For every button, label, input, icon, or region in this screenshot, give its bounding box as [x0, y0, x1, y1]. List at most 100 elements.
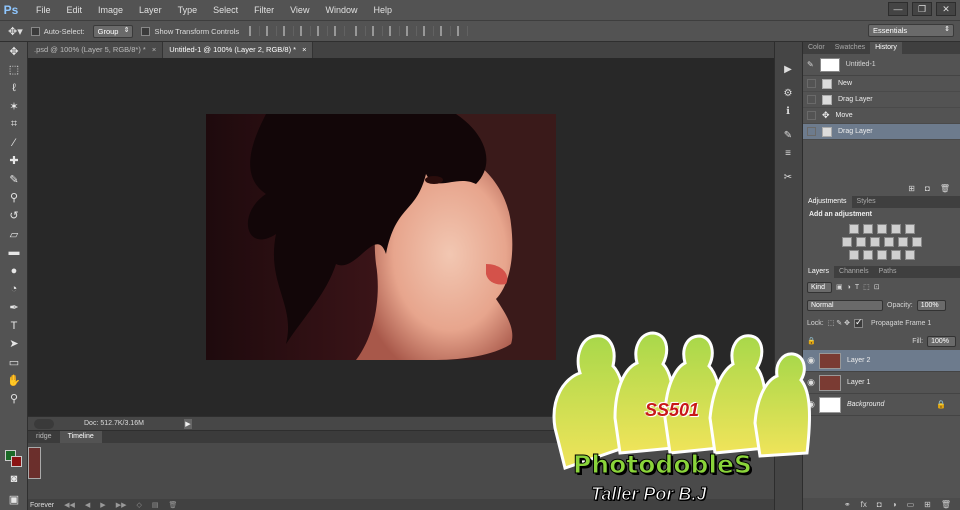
workspace-switcher[interactable]: Essentials [868, 24, 954, 37]
history-source-box[interactable] [807, 127, 816, 136]
menu-view[interactable]: View [282, 5, 317, 15]
tab-document-2[interactable]: Untitled-1 @ 100% (Layer 2, RGB/8) * × [163, 42, 314, 58]
tab-document-1[interactable]: .psd @ 100% (Layer 5, RGB/8*) * × [28, 42, 164, 58]
history-brush-icon[interactable]: ↺ [0, 207, 28, 225]
first-frame-icon[interactable]: ◀◀ [64, 501, 75, 509]
menu-help[interactable]: Help [365, 5, 400, 15]
history-state[interactable]: Drag Layer [803, 92, 960, 108]
transform-controls-checkbox[interactable] [141, 26, 151, 36]
tab-swatches[interactable]: Swatches [830, 42, 870, 54]
menu-select[interactable]: Select [205, 5, 246, 15]
auto-select-checkbox[interactable] [30, 26, 40, 36]
eyedropper-icon[interactable]: ⁄ [0, 133, 28, 151]
brightness-icon[interactable] [848, 224, 859, 234]
posterize-icon[interactable] [862, 250, 873, 260]
tools-icon[interactable]: ✂ [775, 168, 801, 186]
trash-icon[interactable]: 🗑 [940, 184, 950, 193]
tab-close-icon[interactable]: × [152, 45, 156, 54]
lasso-tool-icon[interactable]: ℓ [0, 79, 28, 97]
layer-kind-filter[interactable]: Kind [807, 281, 833, 293]
align-top-icon[interactable] [249, 26, 261, 36]
group-icon[interactable]: ▭ [907, 500, 915, 509]
history-source-box[interactable] [807, 95, 816, 104]
dodge-tool-icon[interactable]: ◔ [0, 280, 28, 298]
fx-icon[interactable]: fx [861, 500, 867, 509]
selective-color-icon[interactable] [904, 250, 915, 260]
menu-layer[interactable]: Layer [131, 5, 170, 15]
history-source-box[interactable] [807, 79, 816, 88]
zoom-tool-icon[interactable]: ⚲ [0, 390, 28, 408]
blend-mode-select[interactable]: Normal [807, 299, 883, 311]
minimize-button[interactable]: — [888, 2, 908, 16]
mask-icon[interactable]: ◘ [877, 500, 882, 509]
gradient-map-icon[interactable] [890, 250, 901, 260]
menu-file[interactable]: File [28, 5, 59, 15]
filter-adjust-icon[interactable]: ◑ [847, 284, 851, 291]
move-tool-preset[interactable]: ✥▾ [8, 25, 23, 38]
screen-mode-icon[interactable]: ▣ [0, 490, 28, 508]
link-icon[interactable]: ⚭ [844, 500, 851, 509]
filter-shape-icon[interactable]: ⬚ [863, 283, 870, 291]
tween-icon[interactable]: ◇ [136, 501, 141, 509]
opacity-input[interactable]: 100% [916, 299, 946, 311]
close-button[interactable]: ✕ [936, 2, 956, 16]
tab-bridge[interactable]: ridge [28, 431, 60, 443]
status-menu-arrow-icon[interactable]: ▶ [184, 418, 192, 429]
restore-button[interactable]: ❐ [912, 2, 932, 16]
prev-frame-icon[interactable]: ◀ [85, 501, 90, 509]
healing-brush-icon[interactable]: ✚ [0, 152, 28, 170]
path-select-icon[interactable]: ➤ [0, 335, 28, 353]
quick-mask-icon[interactable]: ◙ [0, 470, 28, 488]
align-bottom-icon[interactable] [283, 26, 295, 36]
fill-input[interactable]: 100% [927, 335, 956, 347]
tab-timeline[interactable]: Timeline [59, 431, 102, 443]
type-tool-icon[interactable]: T [0, 316, 28, 334]
auto-select-option[interactable]: Auto-Select: [30, 26, 85, 36]
brush-tool-icon[interactable]: ✎ [0, 170, 28, 188]
threshold-icon[interactable] [876, 250, 887, 260]
distribute-bottom-icon[interactable] [389, 26, 401, 36]
invert-icon[interactable] [848, 250, 859, 260]
crop-tool-icon[interactable]: ⌗ [0, 115, 28, 133]
filter-type-icon[interactable]: T [855, 284, 859, 291]
new-layer-icon[interactable]: ⊞ [924, 500, 931, 509]
adjustment-layer-icon[interactable]: ◑ [892, 500, 897, 509]
distribute-left-icon[interactable] [406, 26, 418, 36]
curves-icon[interactable] [876, 224, 887, 234]
magic-wand-icon[interactable]: ✶ [0, 97, 28, 115]
tab-channels[interactable]: Channels [834, 266, 874, 278]
loop-select[interactable]: Forever [30, 502, 54, 509]
character-icon[interactable]: ≡ [775, 144, 801, 162]
distribute-right-icon[interactable] [440, 26, 452, 36]
color-balance-icon[interactable] [855, 237, 866, 247]
clone-stamp-icon[interactable]: ⚲ [0, 188, 28, 206]
tab-paths[interactable]: Paths [874, 266, 902, 278]
photo-filter-icon[interactable] [883, 237, 894, 247]
camera-icon[interactable]: ◘ [925, 184, 930, 193]
menu-window[interactable]: Window [317, 5, 365, 15]
blur-tool-icon[interactable]: ● [0, 262, 28, 280]
align-vcenter-icon[interactable] [266, 26, 278, 36]
pen-tool-icon[interactable]: ✒ [0, 298, 28, 316]
zoom-field[interactable] [34, 418, 54, 429]
frame-thumbnail[interactable] [28, 447, 41, 479]
tab-adjustments[interactable]: Adjustments [803, 196, 852, 208]
new-document-icon[interactable]: ⊞ [908, 184, 915, 193]
info-icon[interactable]: ℹ [775, 102, 801, 120]
menu-edit[interactable]: Edit [59, 5, 91, 15]
tab-color[interactable]: Color [803, 42, 830, 54]
filter-pixel-icon[interactable]: ▣ [836, 283, 843, 291]
hue-saturation-icon[interactable] [841, 237, 852, 247]
filter-smart-icon[interactable]: ⊡ [874, 283, 880, 291]
distribute-vcenter-icon[interactable] [372, 26, 384, 36]
tab-styles[interactable]: Styles [852, 196, 881, 208]
history-state-current[interactable]: Drag Layer [803, 124, 960, 140]
brush-presets-icon[interactable]: ✎ [775, 126, 801, 144]
exposure-icon[interactable] [890, 224, 901, 234]
align-hcenter-icon[interactable] [317, 26, 329, 36]
menu-type[interactable]: Type [170, 5, 206, 15]
auto-select-dropdown[interactable]: Group [92, 24, 134, 38]
propagate-checkbox[interactable] [853, 317, 863, 328]
transform-controls-option[interactable]: Show Transform Controls [141, 26, 239, 36]
color-lookup-icon[interactable] [911, 237, 922, 247]
